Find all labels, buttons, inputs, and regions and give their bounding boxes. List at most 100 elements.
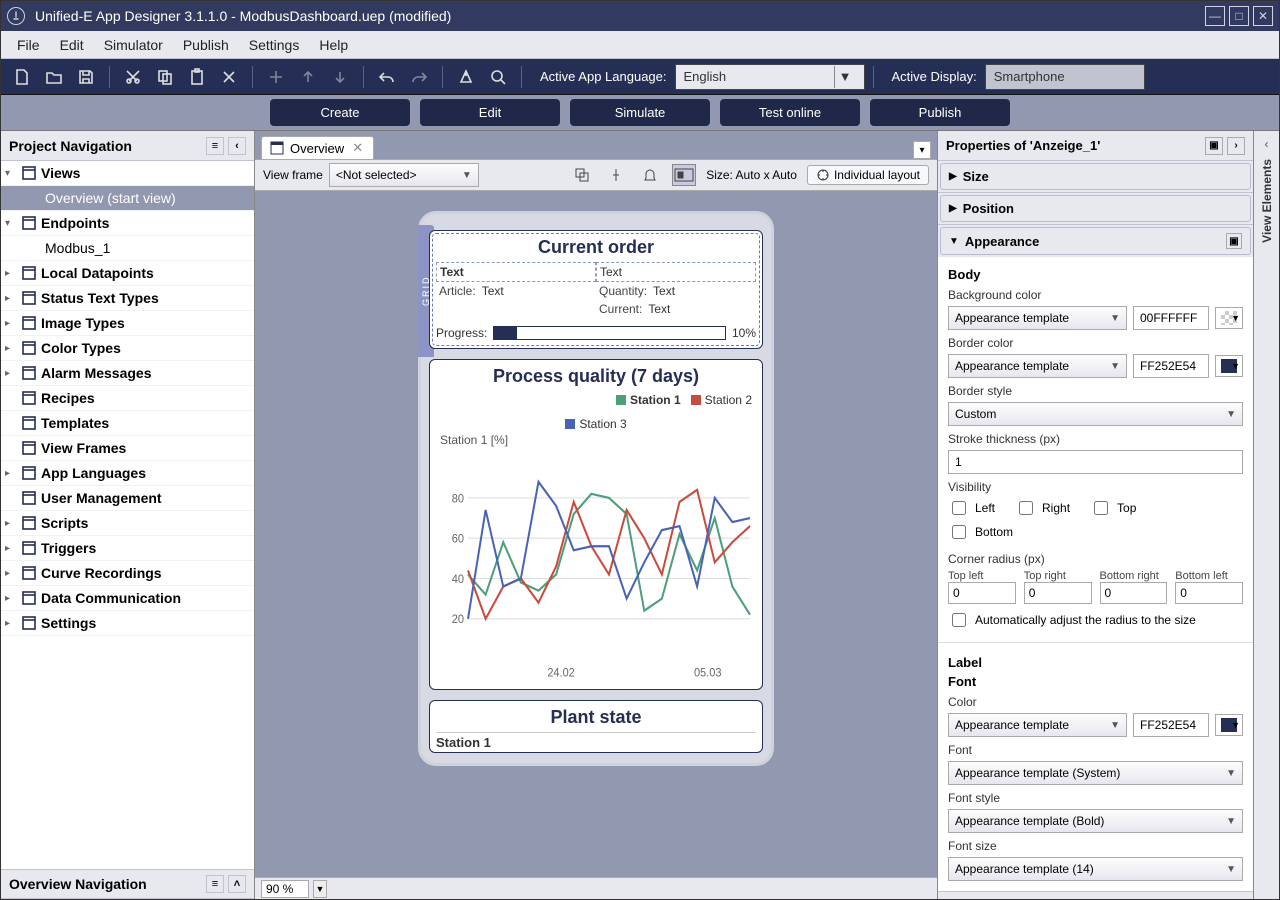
strip-expand-icon[interactable]: ‹ xyxy=(1265,137,1269,151)
fontstyle-select[interactable]: Appearance template (Bold)▼ xyxy=(948,809,1243,833)
window-maximize-button[interactable]: □ xyxy=(1229,6,1249,26)
font-color-swatch[interactable]: ▼ xyxy=(1215,714,1243,736)
tree-item-7[interactable]: ▸Color Types xyxy=(1,336,254,361)
individual-layout-button[interactable]: Individual layout xyxy=(807,165,929,185)
tree-item-4[interactable]: ▸Local Datapoints xyxy=(1,261,254,286)
menu-file[interactable]: File xyxy=(7,33,50,57)
props-collapse-icon[interactable]: › xyxy=(1227,137,1245,155)
border-hex-input[interactable] xyxy=(1133,354,1209,378)
tree-item-2[interactable]: ▾Endpoints xyxy=(1,211,254,236)
props-popout-icon[interactable]: ▣ xyxy=(1205,137,1223,155)
viewframe-select[interactable]: <Not selected>▼ xyxy=(329,163,479,187)
section-size[interactable]: ▶Size xyxy=(940,163,1251,190)
font-select[interactable]: Appearance template (System)▼ xyxy=(948,761,1243,785)
move-up-icon[interactable] xyxy=(293,63,323,91)
tree-item-11[interactable]: View Frames xyxy=(1,436,254,461)
layers-icon[interactable] xyxy=(570,164,594,186)
copy-icon[interactable] xyxy=(150,63,180,91)
delete-icon[interactable] xyxy=(214,63,244,91)
menu-settings[interactable]: Settings xyxy=(239,33,310,57)
nav-collapse-icon[interactable]: ‹ xyxy=(228,137,246,155)
border-template-select[interactable]: Appearance template▼ xyxy=(948,354,1127,378)
overview-menu-icon[interactable]: ≡ xyxy=(206,875,224,893)
quick-edit[interactable]: Edit xyxy=(420,99,560,126)
display-select[interactable]: Smartphone xyxy=(985,64,1145,90)
bg-hex-input[interactable] xyxy=(1133,306,1209,330)
fit-toggle-icon[interactable] xyxy=(672,164,696,186)
corner-bl[interactable] xyxy=(1175,582,1243,604)
search-icon[interactable] xyxy=(483,63,513,91)
project-tree[interactable]: ▾ViewsOverview (start view)▾EndpointsMod… xyxy=(1,161,254,869)
fontsize-select[interactable]: Appearance template (14)▼ xyxy=(948,857,1243,881)
menu-simulator[interactable]: Simulator xyxy=(94,33,173,57)
font-color-hex-input[interactable] xyxy=(1133,713,1209,737)
quick-create[interactable]: Create xyxy=(270,99,410,126)
tree-item-10[interactable]: Templates xyxy=(1,411,254,436)
preview-icon[interactable] xyxy=(451,63,481,91)
quick-simulate[interactable]: Simulate xyxy=(570,99,710,126)
process-quality-card[interactable]: Process quality (7 days) Station 1 Stati… xyxy=(429,359,763,690)
tree-item-17[interactable]: ▸Data Communication xyxy=(1,586,254,611)
quick-publish[interactable]: Publish xyxy=(870,99,1010,126)
zoom-dropdown-icon[interactable]: ▼ xyxy=(313,880,327,898)
window-minimize-button[interactable]: — xyxy=(1205,6,1225,26)
appearance-reset-icon[interactable]: ▣ xyxy=(1226,233,1242,249)
vis-bottom[interactable]: Bottom xyxy=(948,522,1243,542)
move-down-icon[interactable] xyxy=(325,63,355,91)
section-position[interactable]: ▶Position xyxy=(940,195,1251,222)
bell-icon[interactable] xyxy=(638,164,662,186)
new-file-icon[interactable] xyxy=(7,63,37,91)
section-appearance[interactable]: ▼Appearance▣ xyxy=(940,227,1251,255)
redo-icon[interactable] xyxy=(404,63,434,91)
pin-icon[interactable] xyxy=(604,164,628,186)
language-select[interactable]: English▼ xyxy=(675,64,865,90)
corner-br[interactable] xyxy=(1100,582,1168,604)
cut-icon[interactable] xyxy=(118,63,148,91)
tree-item-0[interactable]: ▾Views xyxy=(1,161,254,186)
border-style-select[interactable]: Custom▼ xyxy=(948,402,1243,426)
window-close-button[interactable]: ✕ xyxy=(1253,6,1273,26)
vis-right[interactable]: Right xyxy=(1015,498,1070,518)
tree-item-9[interactable]: Recipes xyxy=(1,386,254,411)
tree-item-12[interactable]: ▸App Languages xyxy=(1,461,254,486)
menu-help[interactable]: Help xyxy=(309,33,358,57)
open-file-icon[interactable] xyxy=(39,63,69,91)
paste-icon[interactable] xyxy=(182,63,212,91)
current-order-card[interactable]: Current order Text Text Article: Text Qu… xyxy=(429,230,763,349)
nav-menu-icon[interactable]: ≡ xyxy=(206,137,224,155)
tree-item-15[interactable]: ▸Triggers xyxy=(1,536,254,561)
save-file-icon[interactable] xyxy=(71,63,101,91)
tab-close-icon[interactable]: ✕ xyxy=(352,140,363,156)
bg-color-swatch[interactable]: ▼ xyxy=(1215,307,1243,329)
add-icon[interactable] xyxy=(261,63,291,91)
menu-publish[interactable]: Publish xyxy=(173,33,239,57)
view-elements-strip[interactable]: ‹ View Elements xyxy=(1253,131,1279,899)
lang-label: Active App Language: xyxy=(540,69,667,84)
tree-item-3[interactable]: Modbus_1 xyxy=(1,236,254,261)
stroke-input[interactable] xyxy=(948,450,1243,474)
tab-overview[interactable]: Overview ✕ xyxy=(261,136,374,159)
tree-item-8[interactable]: ▸Alarm Messages xyxy=(1,361,254,386)
tree-item-6[interactable]: ▸Image Types xyxy=(1,311,254,336)
tree-item-5[interactable]: ▸Status Text Types xyxy=(1,286,254,311)
undo-icon[interactable] xyxy=(372,63,402,91)
vis-left[interactable]: Left xyxy=(948,498,995,518)
tree-item-16[interactable]: ▸Curve Recordings xyxy=(1,561,254,586)
border-color-swatch[interactable]: ▼ xyxy=(1215,355,1243,377)
zoom-input[interactable]: 90 % xyxy=(261,880,309,898)
tree-item-14[interactable]: ▸Scripts xyxy=(1,511,254,536)
tab-dropdown-icon[interactable]: ▾ xyxy=(913,141,931,159)
tree-item-1[interactable]: Overview (start view) xyxy=(1,186,254,211)
menu-edit[interactable]: Edit xyxy=(50,33,94,57)
quick-test-online[interactable]: Test online xyxy=(720,99,860,126)
tree-item-13[interactable]: User Management xyxy=(1,486,254,511)
plant-state-card[interactable]: Plant state Station 1 xyxy=(429,700,763,753)
corner-tl[interactable] xyxy=(948,582,1016,604)
tree-item-18[interactable]: ▸Settings xyxy=(1,611,254,636)
font-color-template-select[interactable]: Appearance template▼ xyxy=(948,713,1127,737)
overview-expand-icon[interactable]: ˄ xyxy=(228,875,246,893)
corner-tr[interactable] xyxy=(1024,582,1092,604)
vis-top[interactable]: Top xyxy=(1090,498,1136,518)
bg-template-select[interactable]: Appearance template▼ xyxy=(948,306,1127,330)
auto-radius-check[interactable]: Automatically adjust the radius to the s… xyxy=(948,610,1243,630)
